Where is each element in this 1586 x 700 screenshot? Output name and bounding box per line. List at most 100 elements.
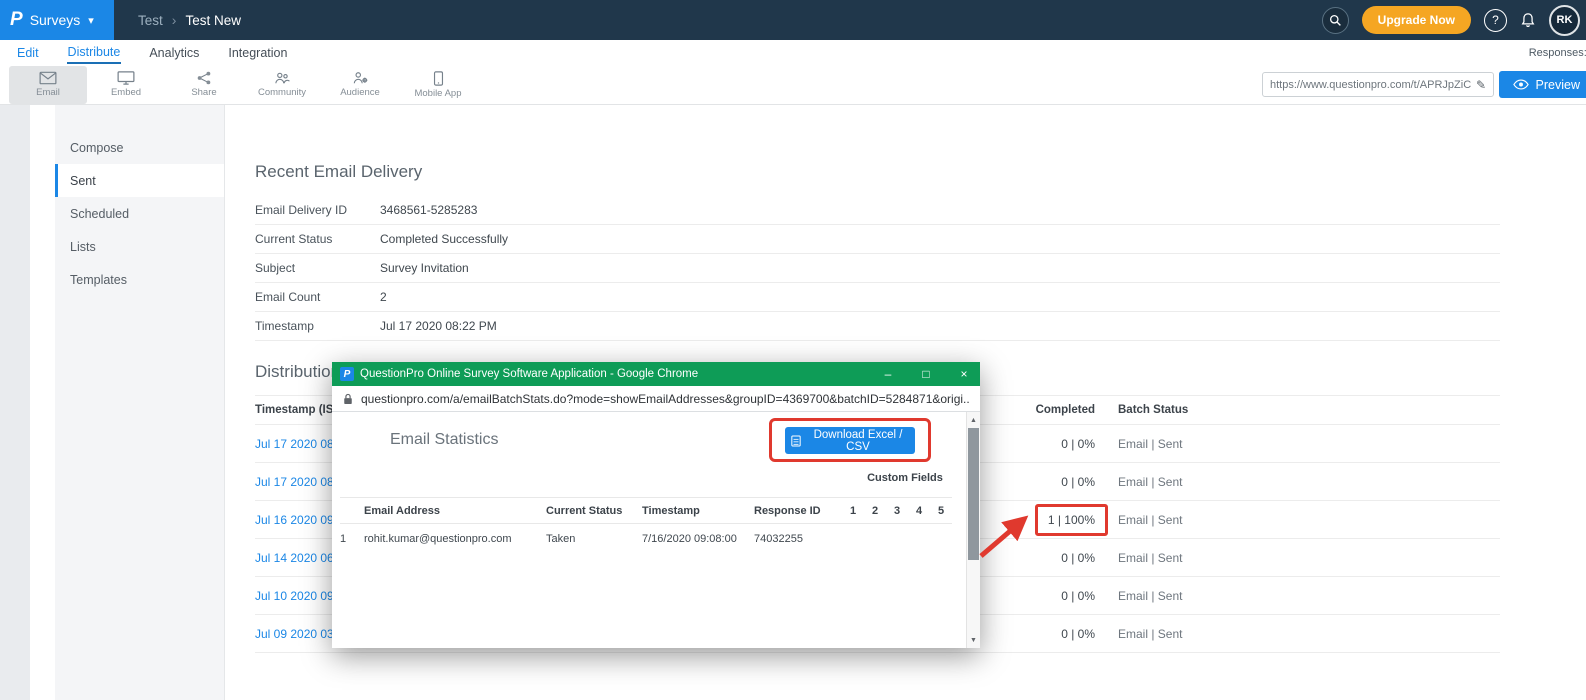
stats-header-row: Email Address Current Status Timestamp R… [340, 497, 952, 524]
lock-icon [343, 393, 353, 405]
breadcrumb-survey[interactable]: Test [138, 13, 163, 28]
top-actions: Upgrade Now ? RK [1322, 5, 1586, 36]
popup-scrollbar[interactable]: ▲ ▼ [966, 412, 980, 648]
channel-label: Community [258, 87, 306, 98]
scroll-down-icon[interactable]: ▼ [967, 633, 980, 647]
history-batch-status: Email | Sent [1118, 589, 1278, 603]
embed-icon [117, 71, 135, 85]
product-switcher[interactable]: P Surveys ▾ [0, 0, 114, 40]
col-current-status: Current Status [546, 505, 642, 517]
close-button[interactable]: × [948, 362, 980, 386]
help-button[interactable]: ? [1484, 9, 1507, 32]
tab-distribute[interactable]: Distribute [67, 41, 122, 64]
history-completed: 0 | 0% [1000, 589, 1095, 603]
row-email: rohit.kumar@questionpro.com [364, 533, 546, 545]
search-icon [1329, 14, 1342, 27]
survey-nav-tabs: Edit Distribute Analytics Integration Re… [0, 40, 1586, 65]
spreadsheet-icon [791, 435, 801, 447]
popup-address-bar[interactable]: questionpro.com/a/emailBatchStats.do?mod… [332, 386, 980, 412]
history-batch-status: Email | Sent [1118, 627, 1278, 641]
tab-edit[interactable]: Edit [16, 42, 40, 63]
col-email-address: Email Address [364, 505, 546, 517]
delivery-value: Jul 17 2020 08:22 PM [380, 319, 497, 333]
channel-label: Email [36, 87, 60, 98]
sidebar-item-scheduled[interactable]: Scheduled [55, 197, 224, 230]
email-sidebar: Compose Sent Scheduled Lists Templates [55, 105, 225, 700]
col-batch-status: Batch Status [1118, 404, 1278, 416]
delivery-label: Current Status [255, 232, 380, 246]
history-completed: 0 | 0% [1000, 627, 1095, 641]
channel-label: Mobile App [414, 88, 461, 99]
audience-icon [351, 71, 369, 85]
delivery-value: Survey Invitation [380, 261, 469, 275]
maximize-button[interactable]: □ [910, 362, 942, 386]
channel-share[interactable]: Share [165, 66, 243, 104]
download-excel-csv-button[interactable]: Download Excel / CSV [785, 427, 915, 454]
channel-audience[interactable]: Audience [321, 66, 399, 104]
channel-community[interactable]: Community [243, 66, 321, 104]
recent-delivery-table: Email Delivery ID 3468561-5285283 Curren… [255, 196, 1500, 341]
col-completed: Completed [1000, 404, 1095, 416]
col-custom-3: 3 [886, 505, 908, 517]
avatar-initials: RK [1557, 14, 1573, 26]
delivery-value: 3468561-5285283 [380, 203, 477, 217]
mobile-icon [433, 71, 444, 86]
channel-email[interactable]: Email [9, 66, 87, 104]
scroll-up-icon[interactable]: ▲ [967, 413, 980, 427]
email-icon [39, 71, 57, 85]
avatar[interactable]: RK [1549, 5, 1580, 36]
preview-label: Preview [1536, 78, 1580, 92]
scrollbar-thumb[interactable] [968, 428, 979, 560]
delivery-row: Timestamp Jul 17 2020 08:22 PM [255, 312, 1500, 341]
channel-embed[interactable]: Embed [87, 66, 165, 104]
search-button[interactable] [1322, 7, 1349, 34]
delivery-row: Subject Survey Invitation [255, 254, 1500, 283]
breadcrumb-separator: › [172, 12, 177, 28]
history-completed: 0 | 0% [1000, 551, 1095, 565]
col-custom-1: 1 [842, 505, 864, 517]
delivery-label: Timestamp [255, 319, 380, 333]
popup-url-text: questionpro.com/a/emailBatchStats.do?mod… [361, 392, 969, 406]
history-completed: 0 | 0% [1000, 437, 1095, 451]
email-statistics-title: Email Statistics [390, 431, 498, 449]
sidebar-item-compose[interactable]: Compose [55, 131, 224, 164]
eye-icon [1513, 79, 1529, 90]
share-icon [196, 71, 212, 85]
preview-button[interactable]: Preview [1499, 71, 1586, 98]
left-gutter [0, 105, 30, 700]
stats-row: 1 rohit.kumar@questionpro.com Taken 7/16… [340, 524, 952, 553]
breadcrumb: Test › Test New [138, 12, 241, 28]
sidebar-item-templates[interactable]: Templates [55, 263, 224, 296]
history-batch-status: Email | Sent [1118, 475, 1278, 489]
product-label: Surveys [30, 12, 81, 28]
email-statistics-table: Email Address Current Status Timestamp R… [340, 497, 952, 553]
recent-delivery-title: Recent Email Delivery [255, 162, 1586, 182]
channel-label: Audience [340, 87, 380, 98]
tab-analytics[interactable]: Analytics [148, 42, 200, 63]
edit-url-icon[interactable]: ✎ [1476, 78, 1486, 92]
survey-url-field[interactable]: https://www.questionpro.com/t/APRJpZiCB … [1262, 72, 1494, 97]
row-index: 1 [340, 533, 364, 545]
responses-count[interactable]: Responses: 1 [1529, 47, 1586, 59]
custom-fields-label: Custom Fields [850, 472, 960, 484]
col-response-id: Response ID [754, 505, 842, 517]
channel-label: Share [191, 87, 216, 98]
row-response-id: 74032255 [754, 533, 842, 545]
channel-label: Embed [111, 87, 141, 98]
tab-integration[interactable]: Integration [227, 42, 288, 63]
col-custom-5: 5 [930, 505, 952, 517]
questionpro-favicon: P [340, 367, 354, 381]
notifications-button[interactable] [1520, 12, 1536, 29]
questionpro-logo: P [10, 9, 23, 31]
popup-title-bar[interactable]: P QuestionPro Online Survey Software App… [332, 362, 980, 386]
sidebar-item-sent[interactable]: Sent [55, 164, 224, 197]
channel-mobile-app[interactable]: Mobile App [399, 66, 477, 104]
minimize-button[interactable]: – [872, 362, 904, 386]
bell-icon [1520, 12, 1536, 29]
row-timestamp: 7/16/2020 09:08:00 [642, 533, 754, 545]
upgrade-now-button[interactable]: Upgrade Now [1362, 6, 1471, 34]
delivery-row: Email Count 2 [255, 283, 1500, 312]
sidebar-item-lists[interactable]: Lists [55, 230, 224, 263]
delivery-label: Email Count [255, 290, 380, 304]
sidebar-item-label: Compose [70, 141, 124, 155]
